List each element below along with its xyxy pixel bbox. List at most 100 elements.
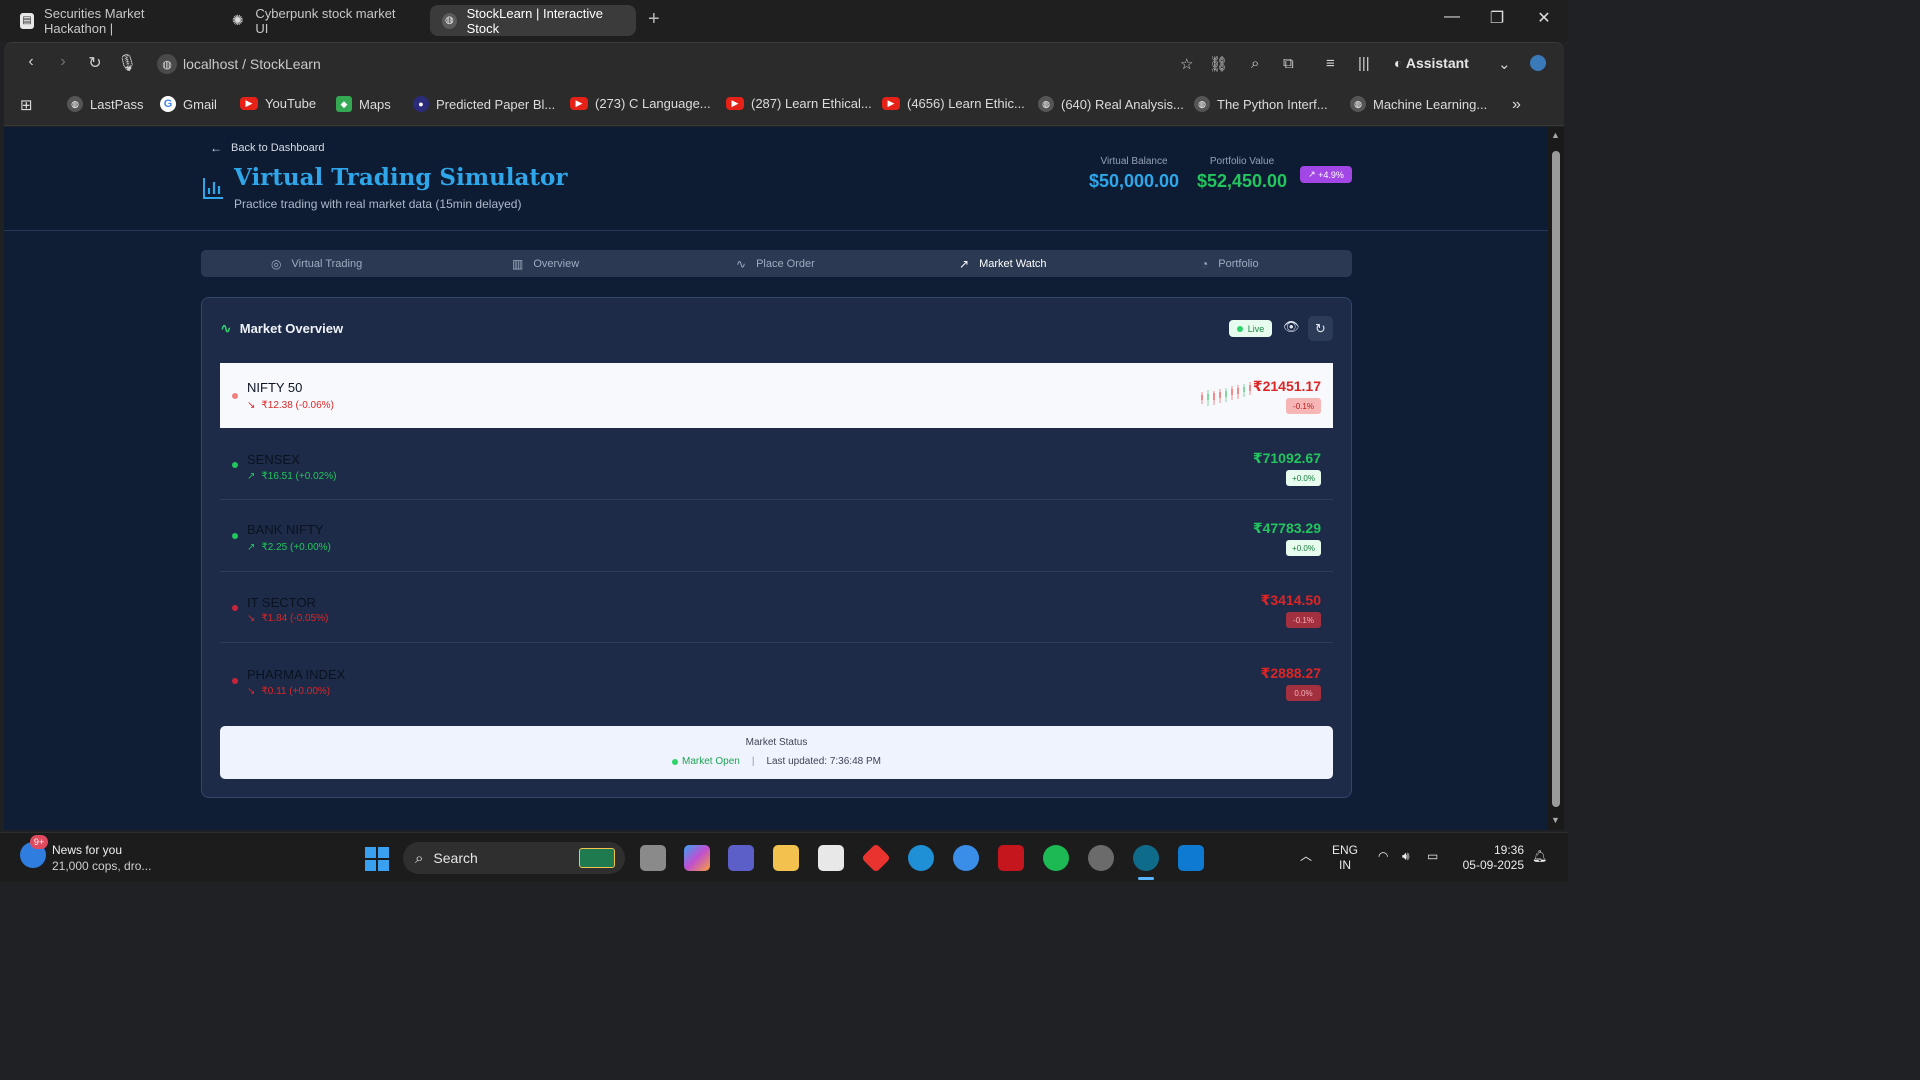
news-widget[interactable]: 9+ News for you 21,000 cops, dro...: [20, 835, 151, 874]
apps-grid-icon[interactable]: ⊞: [20, 96, 33, 114]
tray-chevron-up-icon[interactable]: ︿: [1300, 849, 1312, 864]
task-view-icon[interactable]: [640, 845, 666, 871]
globe-icon: ◍: [1350, 96, 1366, 112]
browser-app-icon[interactable]: [1133, 845, 1159, 880]
globe-icon: ◍: [442, 12, 457, 29]
mcafee-icon[interactable]: [998, 845, 1024, 871]
battery-icon[interactable]: ▭: [1427, 849, 1438, 864]
new-tab-button[interactable]: +: [648, 8, 660, 31]
index-change: ₹0.11 (+0.00%): [261, 686, 331, 697]
vscode-icon[interactable]: [1178, 845, 1204, 871]
restore-icon[interactable]: ❐: [1477, 8, 1517, 28]
bookmark-python[interactable]: ◍ The Python Interf...: [1194, 96, 1328, 112]
bookmark-predicted-paper[interactable]: ● Predicted Paper Bl...: [413, 96, 555, 112]
notification-bell-icon[interactable]: 🔔︎: [1532, 849, 1547, 864]
market-row-nifty-50[interactable]: NIFTY 50 ↘ ₹12.38 (-0.06%) ₹21451.17 -0.1…: [220, 363, 1333, 428]
back-to-dashboard-link[interactable]: ← Back to Dashboard: [210, 141, 325, 155]
media-player-icon[interactable]: [1088, 845, 1114, 871]
market-status-panel: Market Status Market Open | Last updated…: [220, 726, 1333, 779]
bookmark-c-language[interactable]: ▶ (273) C Language...: [570, 96, 711, 111]
spotify-icon[interactable]: [1043, 845, 1069, 871]
bar-chart-icon: [203, 178, 223, 199]
live-label: Live: [1247, 323, 1265, 334]
teams-icon[interactable]: [728, 845, 754, 871]
anydesk-icon[interactable]: [861, 843, 891, 873]
market-row-bank-nifty[interactable]: BANK NIFTY ↗ ₹2.25 (+0.00%) ₹47783.29 +0.…: [220, 500, 1333, 572]
microsoft-store-icon[interactable]: [818, 845, 844, 871]
address-field[interactable]: ◍ localhost / StockLearn: [157, 51, 321, 77]
page-scrollbar[interactable]: ▲ ▼: [1548, 127, 1564, 830]
eye-icon[interactable]: 👁︎: [1283, 319, 1300, 335]
close-icon[interactable]: ✕: [1524, 8, 1564, 28]
edge-icon[interactable]: [908, 845, 934, 871]
tab-label: Place Order: [756, 257, 815, 270]
language-indicator[interactable]: ENG IN: [1332, 843, 1358, 873]
minimize-icon[interactable]: —: [1432, 8, 1472, 26]
site-info-icon[interactable]: ◍: [157, 54, 177, 74]
back-label: Back to Dashboard: [231, 142, 325, 154]
bookmark-learn-ethical-2[interactable]: ▶ (4656) Learn Ethic...: [882, 96, 1025, 111]
browser-tab-2[interactable]: ✺ Cyberpunk stock market UI: [218, 5, 418, 36]
tab-virtual-trading[interactable]: ◎ Virtual Trading: [271, 250, 362, 277]
card-title-text: Market Overview: [239, 321, 344, 336]
bookmark-youtube[interactable]: ▶ YouTube: [240, 96, 316, 111]
screenshot-search-icon[interactable]: ⌕: [1251, 55, 1259, 72]
trending-up-icon: ↗: [247, 542, 256, 553]
taskbar-search[interactable]: ⌕ Search: [403, 842, 625, 874]
refresh-button[interactable]: ↻: [1308, 316, 1333, 341]
wifi-icon[interactable]: ◠: [1378, 849, 1388, 864]
bookmark-gmail[interactable]: G Gmail: [160, 96, 217, 112]
tab-market-watch[interactable]: ↗ Market Watch: [959, 250, 1047, 277]
microphone-icon[interactable]: 🎙︎: [116, 53, 138, 73]
windows-start-icon[interactable]: [365, 847, 389, 871]
back-icon[interactable]: ‹: [20, 53, 42, 71]
bookmark-lastpass[interactable]: ◍ LastPass: [67, 96, 143, 112]
extensions-icon[interactable]: ⧉: [1283, 55, 1294, 72]
browser-tab-1[interactable]: ▤ Securities Market Hackathon |: [8, 5, 208, 36]
bookmark-learn-ethical-1[interactable]: ▶ (287) Learn Ethical...: [726, 96, 872, 111]
scroll-down-icon[interactable]: ▼: [1551, 815, 1560, 825]
reload-icon[interactable]: ↻: [84, 53, 106, 73]
bookmark-real-analysis[interactable]: ◍ (640) Real Analysis...: [1038, 96, 1184, 112]
bookmark-machine-learning[interactable]: ◍ Machine Learning...: [1350, 96, 1487, 112]
clock[interactable]: 19:36 05-09-2025: [1458, 843, 1524, 873]
windows-taskbar: 9+ News for you 21,000 cops, dro... ⌕ Se…: [0, 832, 1568, 882]
volume-icon[interactable]: 🔊︎: [1402, 849, 1410, 864]
tab-place-order[interactable]: ∿ Place Order: [736, 250, 815, 277]
chevron-down-icon[interactable]: ⌄: [1498, 55, 1511, 73]
market-row-sensex[interactable]: SENSEX ↗ ₹16.51 (+0.02%) ₹71092.67 +0.0%: [220, 429, 1333, 500]
status-dot: [672, 758, 679, 765]
tab-overview[interactable]: ▥ Overview: [512, 250, 579, 277]
browser-tab-3[interactable]: ◍ StockLearn | Interactive Stock: [430, 5, 636, 36]
bookmark-star-icon[interactable]: ☆: [1180, 55, 1193, 73]
link-icon[interactable]: ⛓: [1209, 55, 1228, 73]
mini-candlestick-chart: [1201, 382, 1251, 406]
more-bookmarks-icon[interactable]: »: [1512, 96, 1521, 114]
profile-avatar[interactable]: [1530, 55, 1546, 71]
menu-lines-icon[interactable]: ≡: [1326, 55, 1335, 72]
file-explorer-icon[interactable]: [773, 845, 799, 871]
assistant-button[interactable]: ◐ Assistant: [1394, 55, 1469, 71]
help-icon[interactable]: [953, 845, 979, 871]
scroll-up-icon[interactable]: ▲: [1551, 130, 1560, 140]
forward-icon[interactable]: ›: [52, 53, 74, 71]
market-row-it-sector[interactable]: IT SECTOR ↘ ₹1.84 (-0.05%) ₹3414.50 -0.1%: [220, 572, 1333, 643]
bookmark-label: YouTube: [265, 96, 317, 111]
assistant-icon: ◐: [1394, 55, 1406, 71]
index-name: PHARMA INDEX: [247, 667, 346, 682]
bookmarks-bar: ⊞ ◍ LastPass G Gmail ▶ YouTube ◆ Maps ● Predi…: [4, 84, 1564, 126]
bookmark-maps[interactable]: ◆ Maps: [336, 96, 391, 112]
index-change: ₹12.38 (-0.06%): [261, 400, 334, 411]
page-title: Virtual Trading Simulator: [234, 164, 568, 191]
globe-icon: ◍: [1194, 96, 1210, 112]
tab-portfolio[interactable]: ◔ Portfolio: [1201, 250, 1259, 277]
copilot-icon[interactable]: [684, 845, 710, 871]
audio-wave-icon[interactable]: |||: [1358, 55, 1370, 72]
browser-tab-title: StockLearn | Interactive Stock: [466, 5, 603, 36]
scrollbar-thumb[interactable]: [1552, 151, 1560, 807]
bookmark-label: Gmail: [183, 96, 217, 112]
market-row-pharma-index[interactable]: PHARMA INDEX ↘ ₹0.11 (+0.00%) ₹2888.27 0.…: [220, 643, 1333, 715]
status-dot: [232, 393, 238, 399]
tab-label: Virtual Trading: [291, 257, 363, 270]
search-highlight-icon: [579, 848, 615, 868]
